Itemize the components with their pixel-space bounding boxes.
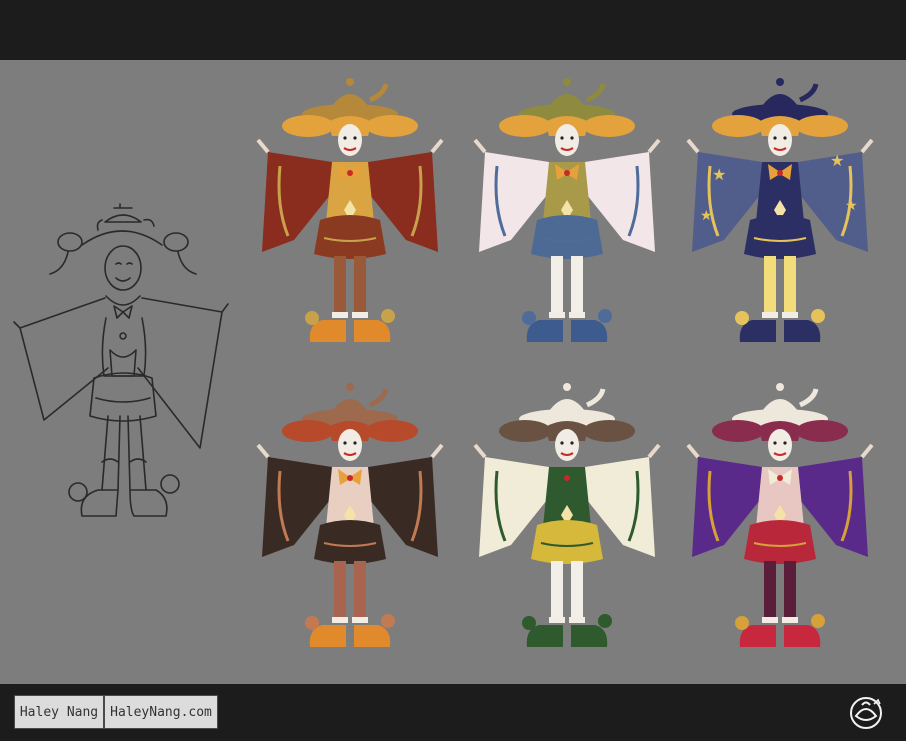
svg-text:★: ★ bbox=[830, 151, 844, 170]
sketch-lineart bbox=[10, 200, 235, 580]
artwork-canvas: ★ ★ ★ ★ bbox=[0, 60, 906, 684]
website-label: HaleyNang.com bbox=[104, 695, 218, 729]
costume-variant-olive-blue bbox=[467, 70, 667, 370]
teapot-monogram-logo-icon bbox=[844, 696, 888, 730]
costume-variant-purple-red bbox=[680, 375, 880, 675]
costume-variant-navy-stars: ★ ★ ★ ★ bbox=[680, 70, 880, 370]
footer-bar: Haley Nang HaleyNang.com bbox=[0, 684, 906, 741]
author-name-label: Haley Nang bbox=[14, 695, 104, 729]
svg-text:★: ★ bbox=[712, 165, 726, 184]
svg-text:★: ★ bbox=[845, 198, 858, 214]
top-bar bbox=[0, 0, 906, 60]
costume-variant-white-green bbox=[467, 375, 667, 675]
svg-text:★: ★ bbox=[700, 208, 713, 224]
costume-variant-orange-red bbox=[250, 70, 450, 370]
costume-variant-brown-black bbox=[250, 375, 450, 675]
